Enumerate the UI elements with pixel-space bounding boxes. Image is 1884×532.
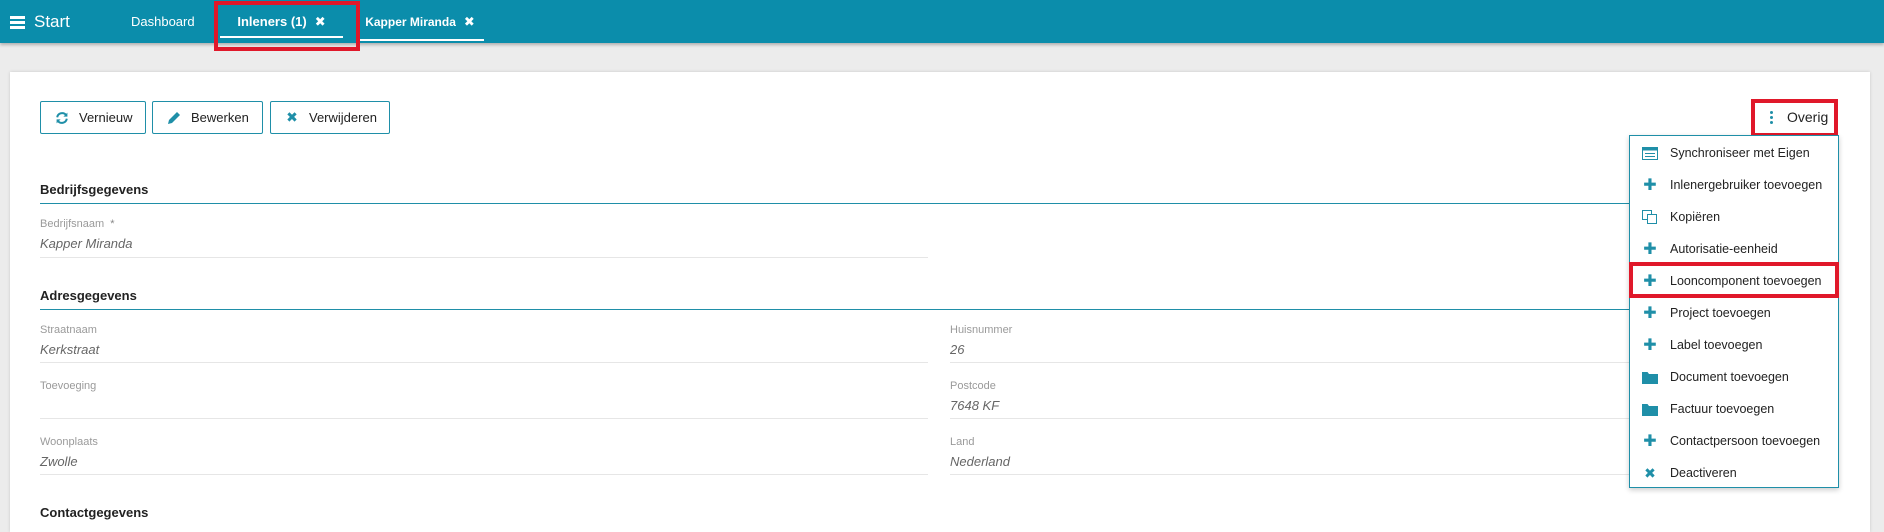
- tab-dashboard[interactable]: Dashboard: [131, 0, 195, 43]
- section-divider: [40, 203, 1660, 204]
- menu-item-inlenergebruiker-toevoegen[interactable]: ✚ Inlenergebruiker toevoegen: [1630, 169, 1838, 201]
- pencil-icon: [167, 111, 181, 125]
- bedrijfsnaam-value: Kapper Miranda: [40, 236, 133, 251]
- more-options-menu: Synchroniseer met Eigen ✚ Inlenergebruik…: [1629, 135, 1839, 488]
- active-tab-indicator: [220, 36, 343, 38]
- menu-item-label: Factuur toevoegen: [1670, 402, 1775, 416]
- huisnummer-label: Huisnummer: [950, 324, 1013, 336]
- more-options-label: Overig: [1787, 109, 1829, 125]
- tab-label: Inleners (1): [237, 14, 307, 29]
- menu-item-label: Autorisatie-eenheid: [1670, 242, 1778, 256]
- sync-list-icon: [1642, 146, 1658, 160]
- menu-item-synchroniseer[interactable]: Synchroniseer met Eigen: [1630, 137, 1838, 169]
- menu-item-looncomponent-toevoegen[interactable]: ✚ Looncomponent toevoegen: [1630, 265, 1838, 297]
- section-title-adresgegevens: Adresgegevens: [40, 288, 137, 303]
- section-title-contactgegevens: Contactgegevens: [40, 505, 149, 520]
- required-marker: *: [110, 218, 115, 230]
- plus-icon: ✚: [1643, 305, 1657, 322]
- menu-item-label: Project toevoegen: [1670, 306, 1771, 320]
- huisnummer-value: 26: [950, 342, 965, 357]
- menu-item-label: Contactpersoon toevoegen: [1670, 434, 1821, 448]
- menu-item-label: Kopiëren: [1670, 210, 1721, 224]
- menu-item-label: Looncomponent toevoegen: [1670, 274, 1822, 288]
- start-label: Start: [34, 12, 70, 31]
- postcode-value: 7648 KF: [950, 398, 1000, 413]
- menu-item-label: Label toevoegen: [1670, 338, 1763, 352]
- plus-icon: ✚: [1643, 337, 1657, 354]
- toevoeging-label: Toevoeging: [40, 380, 97, 392]
- top-navigation-bar: Start Dashboard Inleners (1) ✖ Kapper Mi…: [0, 0, 1884, 43]
- woonplaats-label: Woonplaats: [40, 436, 98, 448]
- menu-item-autorisatie-eenheid[interactable]: ✚ Autorisatie-eenheid: [1630, 233, 1838, 265]
- menu-item-factuur-toevoegen[interactable]: Factuur toevoegen: [1630, 393, 1838, 425]
- field-divider: [40, 362, 928, 363]
- woonplaats-value: Zwolle: [40, 454, 78, 469]
- section-divider: [40, 309, 1660, 310]
- section-title-bedrijfsgegevens: Bedrijfsgegevens: [40, 182, 149, 197]
- start-menu-button[interactable]: Start: [10, 11, 70, 33]
- land-label: Land: [950, 436, 975, 448]
- close-icon[interactable]: ✖: [315, 14, 326, 30]
- plus-icon: ✚: [1643, 273, 1657, 290]
- menu-item-project-toevoegen[interactable]: ✚ Project toevoegen: [1630, 297, 1838, 329]
- hamburger-icon: [10, 16, 25, 29]
- plus-icon: ✚: [1643, 241, 1657, 258]
- tab-inleners[interactable]: Inleners (1) ✖: [213, 0, 350, 43]
- folder-icon: [1642, 403, 1658, 416]
- menu-item-contactpersoon-toevoegen[interactable]: ✚ Contactpersoon toevoegen: [1630, 425, 1838, 457]
- plus-icon: ✚: [1643, 433, 1657, 450]
- edit-button[interactable]: Bewerken: [152, 101, 263, 134]
- tab-label: Kapper Miranda: [365, 14, 456, 29]
- delete-button[interactable]: ✖ Verwijderen: [270, 101, 390, 134]
- menu-item-label: Document toevoegen: [1670, 370, 1789, 384]
- land-value: Nederland: [950, 454, 1010, 469]
- tab-label: Dashboard: [131, 14, 195, 29]
- field-divider: [40, 257, 928, 258]
- menu-item-label: Inlenergebruiker toevoegen: [1670, 178, 1823, 192]
- field-divider: [40, 474, 928, 475]
- copy-icon: [1642, 210, 1658, 224]
- field-divider: [40, 418, 928, 419]
- menu-item-label-toevoegen[interactable]: ✚ Label toevoegen: [1630, 329, 1838, 361]
- menu-item-deactiveren[interactable]: ✖ Deactiveren: [1630, 457, 1838, 489]
- close-icon[interactable]: ✖: [464, 14, 475, 30]
- delete-label: Verwijderen: [309, 110, 377, 125]
- tab-kapper-miranda[interactable]: Kapper Miranda ✖: [356, 0, 484, 43]
- more-options-button[interactable]: Overig: [1754, 100, 1848, 134]
- straatnaam-value: Kerkstraat: [40, 342, 100, 357]
- refresh-button[interactable]: Vernieuw: [40, 101, 146, 134]
- menu-item-label: Synchroniseer met Eigen: [1670, 146, 1810, 160]
- tab-indicator: [356, 39, 484, 41]
- bedrijfsnaam-label: Bedrijfsnaam *: [40, 218, 115, 230]
- refresh-icon: [55, 111, 69, 125]
- postcode-label: Postcode: [950, 380, 996, 392]
- close-icon: ✖: [1644, 464, 1656, 481]
- menu-item-label: Deactiveren: [1670, 466, 1737, 480]
- vertical-dots-icon: [1770, 110, 1773, 125]
- edit-label: Bewerken: [191, 110, 249, 125]
- close-icon: ✖: [286, 109, 298, 125]
- refresh-label: Vernieuw: [79, 110, 133, 125]
- menu-item-document-toevoegen[interactable]: Document toevoegen: [1630, 361, 1838, 393]
- plus-icon: ✚: [1643, 177, 1657, 194]
- menu-item-kopieren[interactable]: Kopiëren: [1630, 201, 1838, 233]
- main-panel: Vernieuw Bewerken ✖ Verwijderen Overig B…: [10, 72, 1870, 532]
- folder-icon: [1642, 371, 1658, 384]
- straatnaam-label: Straatnaam: [40, 324, 97, 336]
